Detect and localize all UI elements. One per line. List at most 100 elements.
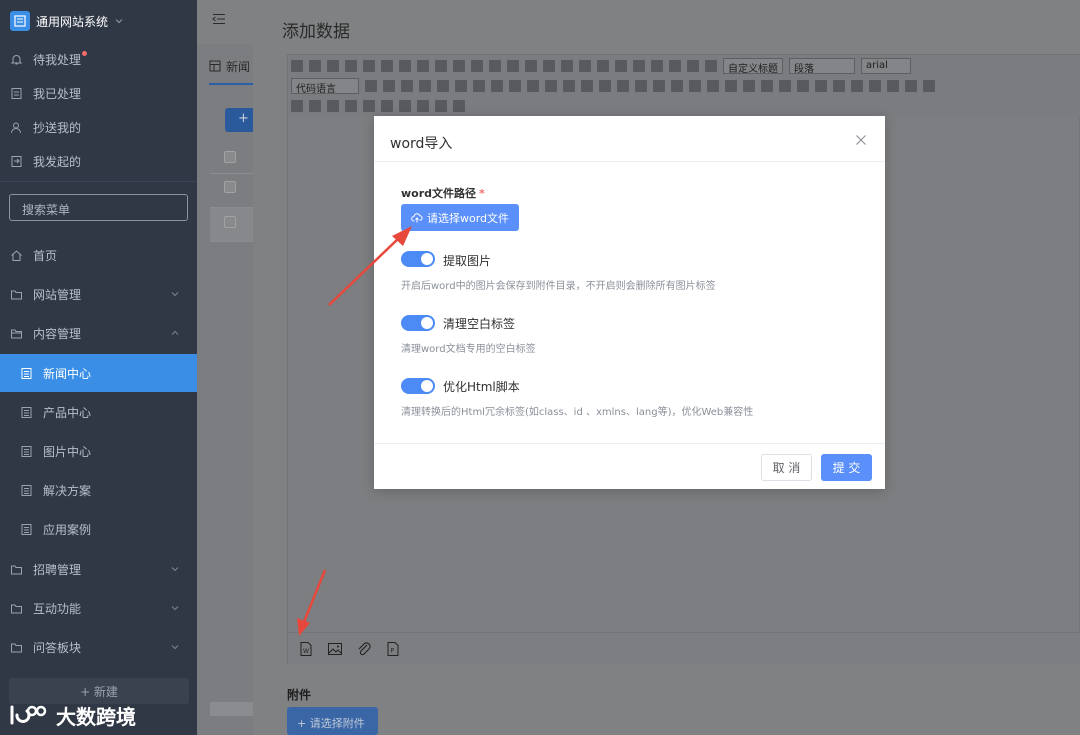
ordered-list-icon[interactable] bbox=[597, 60, 609, 72]
merge-cells-icon[interactable] bbox=[327, 100, 339, 112]
anchor-icon[interactable] bbox=[563, 80, 575, 92]
attachment-icon[interactable] bbox=[761, 80, 773, 92]
bold-icon[interactable] bbox=[345, 60, 357, 72]
table-row-icon[interactable] bbox=[291, 100, 303, 112]
superscript-icon[interactable] bbox=[435, 60, 447, 72]
sidebar-item-solutions[interactable]: 解决方案 bbox=[0, 471, 197, 509]
menu-search-input[interactable]: 搜索菜单 bbox=[9, 194, 188, 221]
direction-rtl-icon[interactable] bbox=[383, 80, 395, 92]
sidebar-item-cc[interactable]: 抄送我的 bbox=[0, 108, 197, 146]
tab-news[interactable]: 新闻 bbox=[209, 56, 250, 76]
sidebar-item-image-center[interactable]: 图片中心 bbox=[0, 432, 197, 470]
horizontal-scrollbar[interactable] bbox=[210, 702, 255, 716]
extract-images-switch[interactable] bbox=[401, 251, 435, 267]
indent-icon[interactable] bbox=[401, 80, 413, 92]
sidebar-item-pending[interactable]: 待我处理 bbox=[0, 40, 197, 78]
emotion-icon[interactable] bbox=[689, 80, 701, 92]
sidebar-item-home[interactable]: 首页 bbox=[0, 236, 197, 274]
to-uppercase-icon[interactable] bbox=[491, 80, 503, 92]
image-none-icon[interactable] bbox=[581, 80, 593, 92]
print-icon[interactable] bbox=[417, 100, 429, 112]
align-left-icon[interactable] bbox=[419, 80, 431, 92]
template-icon[interactable] bbox=[453, 100, 465, 112]
row-checkbox[interactable] bbox=[224, 181, 236, 193]
clear-doc-icon[interactable] bbox=[651, 60, 663, 72]
html-source-icon[interactable] bbox=[291, 60, 303, 72]
row-spacing-bottom-icon[interactable] bbox=[687, 60, 699, 72]
italic-icon[interactable] bbox=[363, 60, 375, 72]
insert-image-icon[interactable] bbox=[671, 80, 683, 92]
pdf-import-icon[interactable]: P bbox=[385, 641, 401, 657]
align-justify-icon[interactable] bbox=[473, 80, 485, 92]
cancel-button[interactable]: 取 消 bbox=[761, 454, 812, 481]
sidebar-item-site-management[interactable]: 网站管理 bbox=[0, 275, 197, 313]
table-caption-icon[interactable] bbox=[381, 100, 393, 112]
word-import-icon[interactable]: W bbox=[298, 641, 314, 657]
select-word-file-button[interactable]: 请选择word文件 bbox=[401, 204, 519, 231]
insert-video-icon[interactable] bbox=[725, 80, 737, 92]
row-checkbox[interactable] bbox=[224, 216, 236, 228]
row-spacing-top-icon[interactable] bbox=[669, 60, 681, 72]
map-icon[interactable] bbox=[779, 80, 791, 92]
font-family-select[interactable]: arial bbox=[861, 58, 911, 74]
search-replace-icon[interactable] bbox=[399, 100, 411, 112]
horizontal-rule-icon[interactable] bbox=[833, 80, 845, 92]
autotype-icon[interactable] bbox=[507, 60, 519, 72]
image-icon[interactable] bbox=[327, 641, 343, 657]
font-color-icon[interactable] bbox=[561, 60, 573, 72]
line-height-icon[interactable] bbox=[705, 60, 717, 72]
sidebar-item-initiated[interactable]: 我发起的 bbox=[0, 142, 197, 180]
heading-select[interactable]: 自定义标题 bbox=[723, 58, 783, 75]
row-checkbox[interactable] bbox=[224, 151, 236, 163]
align-center-icon[interactable] bbox=[437, 80, 449, 92]
optimize-html-switch[interactable] bbox=[401, 378, 435, 394]
sidebar-item-qa[interactable]: 问答板块 bbox=[0, 628, 197, 666]
close-icon[interactable] bbox=[855, 134, 867, 146]
sidebar-item-recruitment[interactable]: 招聘管理 bbox=[0, 550, 197, 588]
font-border-icon[interactable] bbox=[399, 60, 411, 72]
sidebar-item-processed[interactable]: 我已处理 bbox=[0, 74, 197, 112]
blockquote-icon[interactable] bbox=[525, 60, 537, 72]
redo-icon[interactable] bbox=[327, 60, 339, 72]
menu-fold-icon[interactable] bbox=[212, 13, 226, 25]
format-brush-icon[interactable] bbox=[489, 60, 501, 72]
preview-icon[interactable] bbox=[435, 100, 447, 112]
select-attachment-button[interactable]: + 请选择附件 bbox=[287, 707, 378, 735]
link-icon[interactable] bbox=[527, 80, 539, 92]
image-right-icon[interactable] bbox=[617, 80, 629, 92]
strikethrough-icon[interactable] bbox=[417, 60, 429, 72]
code-language-select[interactable]: 代码语言 bbox=[291, 78, 359, 95]
undo-icon[interactable] bbox=[309, 60, 321, 72]
image-center-icon[interactable] bbox=[635, 80, 647, 92]
sidebar-item-interaction[interactable]: 互动功能 bbox=[0, 589, 197, 627]
insert-table-icon[interactable] bbox=[923, 80, 935, 92]
time-icon[interactable] bbox=[869, 80, 881, 92]
simple-upload-icon[interactable] bbox=[653, 80, 665, 92]
eraser-icon[interactable] bbox=[471, 60, 483, 72]
scrawl-icon[interactable] bbox=[707, 80, 719, 92]
add-button[interactable]: + bbox=[225, 108, 255, 132]
sidebar-item-cases[interactable]: 应用案例 bbox=[0, 510, 197, 548]
table-col-icon[interactable] bbox=[309, 100, 321, 112]
background-color-icon[interactable] bbox=[579, 60, 591, 72]
unlink-icon[interactable] bbox=[545, 80, 557, 92]
paragraph-select[interactable]: 段落 bbox=[789, 58, 855, 75]
insert-frame-icon[interactable] bbox=[797, 80, 809, 92]
app-logo-row[interactable]: 通用网站系统 bbox=[10, 10, 124, 32]
paperclip-icon[interactable] bbox=[356, 641, 372, 657]
to-lowercase-icon[interactable] bbox=[509, 80, 521, 92]
sidebar-item-news-center[interactable]: 新闻中心 bbox=[0, 354, 197, 392]
align-right-icon[interactable] bbox=[455, 80, 467, 92]
delete-table-icon[interactable] bbox=[363, 100, 375, 112]
direction-ltr-icon[interactable] bbox=[365, 80, 377, 92]
word-image-icon[interactable] bbox=[905, 80, 917, 92]
select-all-icon[interactable] bbox=[633, 60, 645, 72]
date-icon[interactable] bbox=[851, 80, 863, 92]
insert-code-icon[interactable] bbox=[815, 80, 827, 92]
sidebar-item-content-management[interactable]: 内容管理 bbox=[0, 314, 197, 352]
underline-icon[interactable] bbox=[381, 60, 393, 72]
clean-blank-tags-switch[interactable] bbox=[401, 315, 435, 331]
submit-button[interactable]: 提 交 bbox=[821, 454, 872, 481]
split-cells-icon[interactable] bbox=[345, 100, 357, 112]
paste-plain-icon[interactable] bbox=[543, 60, 555, 72]
